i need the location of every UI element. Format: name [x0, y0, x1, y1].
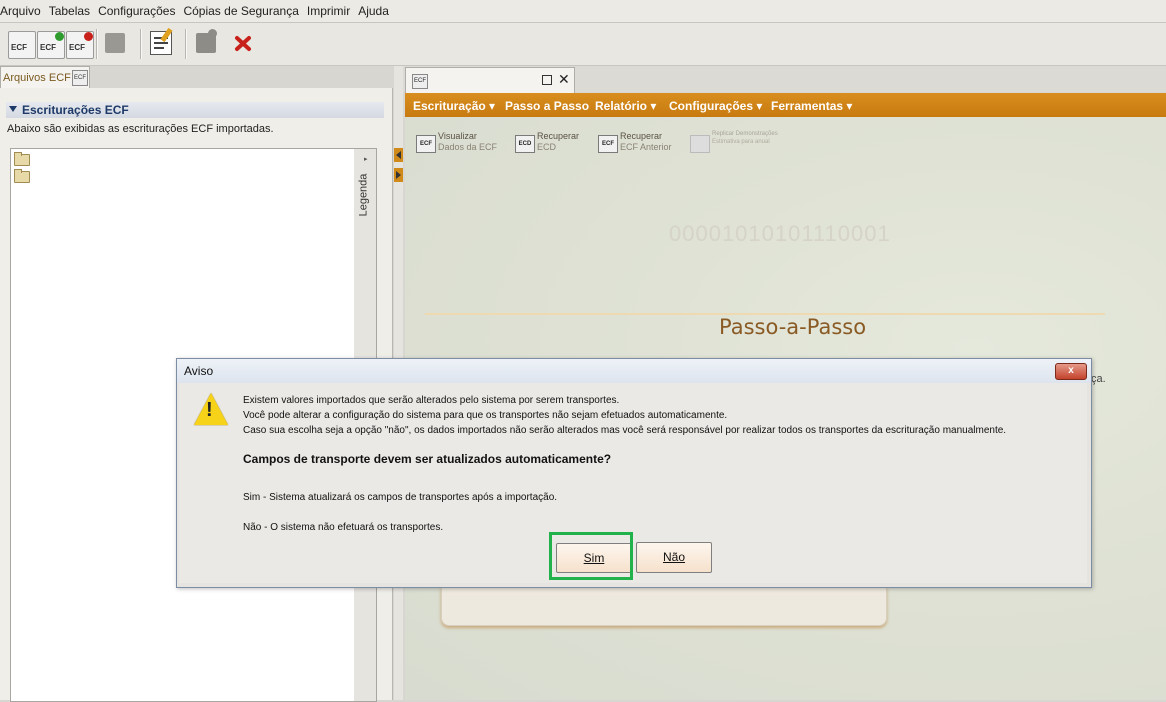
recover-ecd-icon: ECD	[515, 135, 535, 153]
ecf-icon[interactable]: ECF	[8, 31, 36, 59]
view-ecf-icon: ECF	[416, 135, 436, 153]
menu-passo-a-passo[interactable]: Passo a Passo	[505, 99, 589, 113]
dialog-body: ! Existem valores importados que serão a…	[179, 383, 1087, 583]
menu-configuracoes-ecf[interactable]: Configurações ▾	[669, 99, 762, 113]
option-nao-description: Não - O sistema não efetuará os transpor…	[243, 522, 444, 533]
partially-hidden-text: ça.	[1091, 373, 1106, 385]
close-x-icon[interactable]	[232, 32, 254, 54]
ecf-document-icon: ECF	[412, 74, 428, 89]
replicate-icon	[690, 135, 710, 153]
toolbar-separator	[96, 29, 98, 59]
legend-arrow-icon: ▸	[364, 156, 368, 163]
collapse-triangle-icon[interactable]	[9, 106, 17, 112]
package-icon[interactable]	[105, 33, 125, 53]
edit-document-icon[interactable]	[150, 27, 173, 55]
ecf-new-icon[interactable]: ECF	[37, 31, 65, 59]
tab-label: Arquivos ECF	[3, 72, 71, 84]
section-title: Escriturações ECF	[22, 103, 129, 117]
menu-copias-seguranca[interactable]: Cópias de Segurança	[183, 4, 302, 18]
menu-arquivo[interactable]: Arquivo	[0, 4, 45, 18]
menu-tabelas[interactable]: Tabelas	[49, 4, 94, 18]
expand-right-arrow-icon[interactable]	[394, 168, 403, 182]
ecf-file-icon: ECF	[72, 70, 88, 86]
aviso-dialog: Aviso x ! Existem valores importados que…	[176, 358, 1092, 588]
legend-label: Legenda	[357, 173, 370, 217]
ecf-delete-icon[interactable]: ECF	[66, 31, 94, 59]
menu-ferramentas[interactable]: Ferramentas ▾	[771, 99, 852, 113]
dialog-message-line: Caso sua escolha seja a opção "não", os …	[243, 425, 1007, 436]
document-tab-bar: ECF ✕	[403, 66, 1166, 93]
menu-configuracoes[interactable]: Configurações	[98, 4, 179, 18]
tab-arquivos-ecf[interactable]: Arquivos ECF ECF	[0, 66, 90, 89]
nao-button[interactable]: Não	[636, 542, 712, 573]
menu-bar: Arquivo Tabelas Configurações Cópias de …	[0, 0, 1166, 23]
database-icon[interactable]	[196, 29, 217, 53]
dialog-close-button[interactable]: x	[1055, 363, 1087, 380]
dialog-question: Campos de transporte devem ser atualizad…	[243, 452, 612, 466]
maximize-icon[interactable]	[542, 75, 552, 85]
module-menu-bar: Escrituração ▾ Passo a Passo Relatório ▾…	[405, 93, 1166, 117]
folder-icon[interactable]	[14, 169, 30, 183]
background-binary-text: 00001010101110001	[669, 221, 891, 246]
dialog-message-line: Você pode alterar a configuração do sist…	[243, 410, 728, 421]
passo-a-passo-card	[441, 587, 887, 626]
menu-ajuda[interactable]: Ajuda	[358, 4, 393, 18]
warning-exclamation: !	[206, 399, 213, 421]
passo-a-passo-title: Passo-a-Passo	[719, 315, 867, 339]
add-badge-icon	[55, 32, 64, 41]
remove-badge-icon	[84, 32, 93, 41]
dialog-titlebar[interactable]: Aviso x	[177, 359, 1091, 383]
folder-icon[interactable]	[14, 152, 30, 166]
option-sim-description: Sim - Sistema atualizará os campos de tr…	[243, 492, 558, 503]
menu-imprimir[interactable]: Imprimir	[307, 4, 354, 18]
dialog-title: Aviso	[184, 364, 214, 378]
menu-escrituracao[interactable]: Escrituração ▾	[413, 99, 495, 113]
sim-button[interactable]: Sim	[556, 543, 632, 573]
recover-ecf-icon: ECF	[598, 135, 618, 153]
document-tab[interactable]: ECF ✕	[405, 67, 575, 93]
section-header-escrituracoes[interactable]: Escriturações ECF	[6, 102, 384, 118]
section-description: Abaixo são exibidas as escriturações ECF…	[7, 123, 274, 135]
toolbar-separator	[185, 29, 187, 59]
collapse-left-arrow-icon[interactable]	[394, 148, 403, 162]
menu-relatorio[interactable]: Relatório ▾	[595, 99, 656, 113]
toolbar-separator	[140, 29, 142, 59]
close-tab-icon[interactable]: ✕	[558, 71, 570, 88]
dialog-message-line: Existem valores importados que serão alt…	[243, 395, 620, 406]
toolbar: ECF ECF ECF	[0, 23, 1166, 66]
